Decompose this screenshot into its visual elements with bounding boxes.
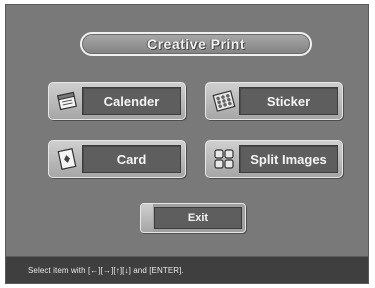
status-bar: Select item with [←][→][↑][↓] and [ENTER… [6, 256, 368, 283]
card-button[interactable]: Card [48, 140, 186, 178]
calendar-icon [55, 89, 79, 113]
card-label: Card [116, 151, 147, 167]
split-images-label-box: Split Images [239, 145, 338, 173]
exit-label: Exit [187, 212, 209, 224]
sticker-label-box: Sticker [239, 87, 338, 115]
calender-label: Calender [103, 93, 160, 109]
title-banner: Creative Print [80, 32, 312, 56]
split-images-label: Split Images [250, 151, 327, 167]
calender-button[interactable]: Calender [48, 82, 186, 120]
exit-button[interactable]: Exit [140, 203, 246, 233]
exit-button-highlight [141, 204, 153, 232]
sticker-button[interactable]: Sticker [205, 82, 343, 120]
print-menu-screen: Creative Print Calender Sticker Card Spl… [5, 4, 369, 284]
page-title: Creative Print [146, 36, 246, 52]
sticker-sheet-icon [212, 89, 236, 113]
sticker-label: Sticker [266, 93, 311, 109]
status-hint-text: Select item with [←][→][↑][↓] and [ENTER… [28, 265, 184, 275]
calender-label-box: Calender [82, 87, 181, 115]
card-icon [55, 147, 79, 171]
card-label-box: Card [82, 145, 181, 173]
split-images-button[interactable]: Split Images [205, 140, 343, 178]
split-images-icon [212, 147, 236, 171]
exit-label-box: Exit [154, 207, 242, 229]
